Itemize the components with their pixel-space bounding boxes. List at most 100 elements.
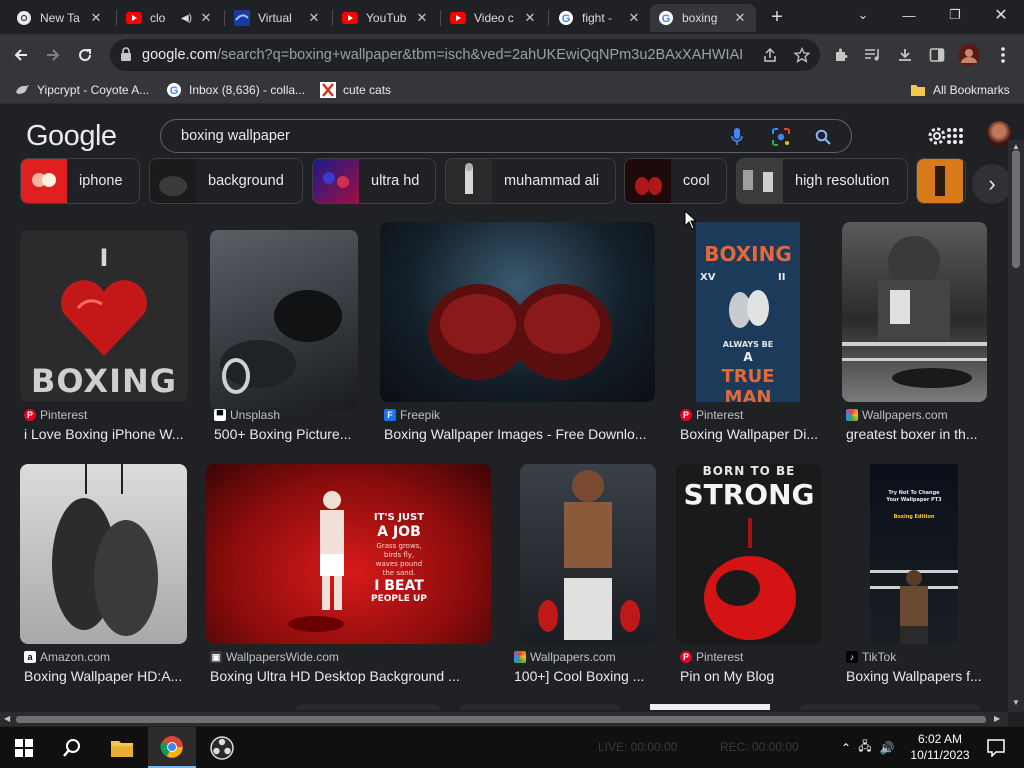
volume-icon[interactable]: 🔊 — [876, 741, 898, 755]
result-card[interactable]: F Freepik Boxing Wallpaper Images - Free… — [380, 222, 656, 450]
result-title[interactable]: Pin on My Blog — [680, 668, 822, 684]
result-image[interactable]: BOXING XV II ALWAYS BE A TRUE MAN — [696, 222, 800, 402]
tab-video[interactable]: Video c ✕ — [442, 4, 546, 32]
share-icon[interactable] — [760, 45, 780, 65]
result-image[interactable]: Try Not To Change Your Wallpaper PT3 Box… — [870, 464, 958, 644]
file-explorer-button[interactable] — [98, 727, 146, 768]
result-image-partial[interactable] — [296, 704, 440, 710]
tab-close-icon[interactable]: ✕ — [626, 10, 642, 26]
scroll-down-arrow-icon[interactable]: ▼ — [1012, 698, 1020, 707]
result-image[interactable] — [210, 230, 358, 410]
result-title[interactable]: Boxing Wallpapers f... — [846, 668, 986, 684]
result-card[interactable]: BOXING XV II ALWAYS BE A TRUE MAN P Pint… — [676, 222, 822, 450]
result-title[interactable]: Boxing Wallpaper Images - Free Downlo... — [384, 426, 654, 442]
media-control-icon[interactable] — [858, 40, 888, 70]
chips-next-arrow-icon[interactable]: › — [972, 164, 1012, 204]
result-image[interactable]: I BOXING — [20, 230, 188, 402]
close-window-button[interactable]: ✕ — [978, 0, 1024, 30]
tab-new-tab[interactable]: New Ta ✕ — [8, 4, 112, 32]
scroll-thumb[interactable] — [1012, 150, 1020, 268]
bookmark-inbox[interactable]: G Inbox (8,636) - colla... — [166, 81, 305, 99]
all-bookmarks-button[interactable]: All Bookmarks — [910, 81, 1010, 99]
result-card[interactable]: BORN TO BE STRONG P Pinterest Pin on My … — [676, 464, 824, 694]
chip-background[interactable]: background — [149, 158, 303, 204]
lock-icon[interactable] — [120, 47, 132, 66]
tab-virtual[interactable]: Virtual ✕ — [226, 4, 330, 32]
result-card[interactable]: Wallpapers.com 100+] Cool Boxing ... — [510, 464, 658, 694]
tab-close-icon[interactable]: ✕ — [732, 10, 748, 26]
result-title[interactable]: Boxing Wallpaper Di... — [680, 426, 822, 442]
address-bar[interactable]: google.com/search?q=boxing+wallpaper&tbm… — [110, 39, 820, 71]
network-icon[interactable]: 🖧 — [854, 737, 876, 758]
taskbar-search-button[interactable] — [48, 727, 96, 768]
result-title[interactable]: greatest boxer in th... — [846, 426, 986, 442]
reload-button[interactable] — [70, 40, 100, 70]
chip-ultra-hd[interactable]: ultra hd — [312, 158, 436, 204]
tab-close-icon[interactable]: ✕ — [88, 10, 104, 26]
chip-muhammad-ali[interactable]: muhammad ali — [445, 158, 616, 204]
result-title[interactable]: Boxing Ultra HD Desktop Background ... — [210, 668, 490, 684]
search-icon[interactable] — [813, 127, 833, 147]
scroll-right-arrow-icon[interactable]: ▶ — [994, 714, 1000, 723]
result-title[interactable]: 500+ Boxing Picture... — [214, 426, 360, 442]
chrome-taskbar-button[interactable] — [148, 727, 196, 768]
result-image[interactable]: BORN TO BE STRONG — [676, 464, 822, 644]
download-icon[interactable] — [890, 40, 920, 70]
horizontal-scrollbar[interactable]: ◀ ▶ — [0, 712, 1008, 726]
tab-search-icon[interactable]: ⌄ — [840, 0, 886, 30]
notification-button[interactable] — [976, 727, 1016, 768]
tab-close-icon[interactable]: ✕ — [522, 10, 538, 26]
chip-partial[interactable] — [916, 158, 966, 204]
tab-close-icon[interactable]: ✕ — [414, 10, 430, 26]
bookmark-yipcrypt[interactable]: Yipcrypt - Coyote A... — [14, 81, 149, 99]
google-logo[interactable]: Google — [26, 120, 117, 153]
bookmark-cute-cats[interactable]: cute cats — [320, 81, 391, 99]
vertical-scrollbar[interactable]: ▲ ▼ — [1008, 140, 1024, 712]
scroll-thumb[interactable] — [16, 716, 986, 723]
result-title[interactable]: 100+] Cool Boxing ... — [514, 668, 656, 684]
speaker-icon[interactable]: ◀) — [181, 13, 192, 24]
settings-gear-icon[interactable] — [926, 125, 948, 152]
url-text[interactable]: google.com/search?q=boxing+wallpaper&tbm… — [142, 47, 742, 63]
result-title[interactable]: i Love Boxing iPhone W... — [24, 426, 190, 442]
tab-close-icon[interactable]: ✕ — [306, 10, 322, 26]
result-card[interactable]: I BOXING P Pinterest i Love Boxing iPhon… — [20, 230, 190, 450]
side-panel-icon[interactable] — [922, 40, 952, 70]
result-image-partial[interactable] — [800, 704, 980, 710]
extensions-icon[interactable] — [826, 40, 856, 70]
new-tab-button[interactable]: + — [766, 6, 788, 28]
result-card[interactable]: a Amazon.com Boxing Wallpaper HD:A... — [20, 464, 188, 694]
star-icon[interactable] — [792, 45, 812, 65]
tab-clo[interactable]: clo ◀) ✕ — [118, 4, 222, 32]
tab-boxing[interactable]: G boxing ✕ — [650, 4, 756, 32]
tab-fight[interactable]: G fight - ✕ — [550, 4, 650, 32]
result-card[interactable]: ▀ Unsplash 500+ Boxing Picture... — [210, 230, 360, 450]
search-box[interactable]: boxing wallpaper — [160, 119, 852, 153]
minimize-button[interactable]: — — [886, 0, 932, 30]
result-image-partial[interactable] — [460, 704, 620, 710]
result-image[interactable] — [520, 464, 656, 644]
apps-grid-icon[interactable] — [946, 127, 964, 150]
scroll-left-arrow-icon[interactable]: ◀ — [4, 714, 10, 723]
start-button[interactable] — [0, 727, 48, 768]
search-input[interactable]: boxing wallpaper — [181, 128, 290, 144]
lens-icon[interactable] — [771, 127, 791, 147]
result-image[interactable] — [20, 464, 187, 644]
result-image[interactable] — [842, 222, 987, 402]
result-title[interactable]: Boxing Wallpaper HD:A... — [24, 668, 188, 684]
tab-close-icon[interactable]: ✕ — [198, 10, 214, 26]
profile-avatar[interactable] — [954, 40, 984, 70]
chip-iphone[interactable]: iphone — [20, 158, 140, 204]
chip-cool[interactable]: cool — [624, 158, 727, 204]
chip-high-resolution[interactable]: high resolution — [736, 158, 908, 204]
result-card[interactable]: Try Not To Change Your Wallpaper PT3 Box… — [842, 464, 988, 694]
result-card[interactable]: Wallpapers.com greatest boxer in th... — [842, 222, 988, 450]
result-image[interactable]: IT'S JUST A JOB Grass grows, birds fly, … — [206, 464, 491, 644]
obs-taskbar-button[interactable] — [198, 727, 246, 768]
forward-button[interactable] — [38, 40, 68, 70]
chevron-up-icon[interactable]: ⌃ — [838, 741, 854, 755]
result-image-partial[interactable] — [650, 704, 770, 710]
result-card[interactable]: IT'S JUST A JOB Grass grows, birds fly, … — [206, 464, 492, 694]
result-image[interactable] — [380, 222, 655, 402]
taskbar-clock[interactable]: 6:02 AM 10/11/2023 — [906, 731, 974, 763]
